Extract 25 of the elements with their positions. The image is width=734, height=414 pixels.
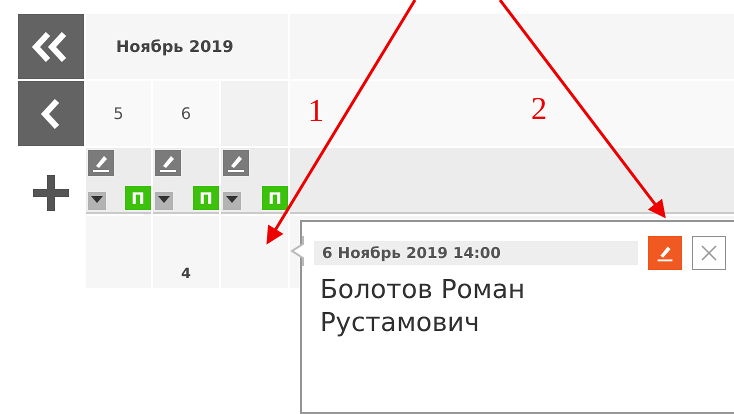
month-title: Ноябрь 2019 [116,37,234,56]
edit-icon[interactable] [223,150,249,176]
edit-icon[interactable] [88,150,114,176]
count-label: 4 [181,266,191,282]
annotation-number: 2 [531,90,547,127]
dropdown-icon[interactable] [223,192,241,210]
person-name: Болотов Роман Рустамович [319,274,526,339]
day-number: 5 [113,104,124,123]
annotation-number: 1 [308,92,324,129]
calendar-cell [221,216,288,288]
back-button[interactable] [18,81,84,146]
dropdown-icon[interactable] [155,192,173,210]
status-badge: П [125,186,151,210]
add-icon[interactable] [31,173,71,213]
status-badge: П [193,186,219,210]
day-number: 6 [180,104,192,123]
status-badge: П [262,186,288,210]
fast-back-button[interactable] [18,14,84,79]
close-button[interactable] [692,236,726,270]
event-datetime: 6 Ноябрь 2019 14:00 [314,241,638,265]
chevron-left-icon [41,98,61,128]
edit-button[interactable] [648,236,682,270]
edit-icon[interactable] [155,150,181,176]
close-icon [701,245,718,261]
dropdown-icon[interactable] [88,192,106,210]
